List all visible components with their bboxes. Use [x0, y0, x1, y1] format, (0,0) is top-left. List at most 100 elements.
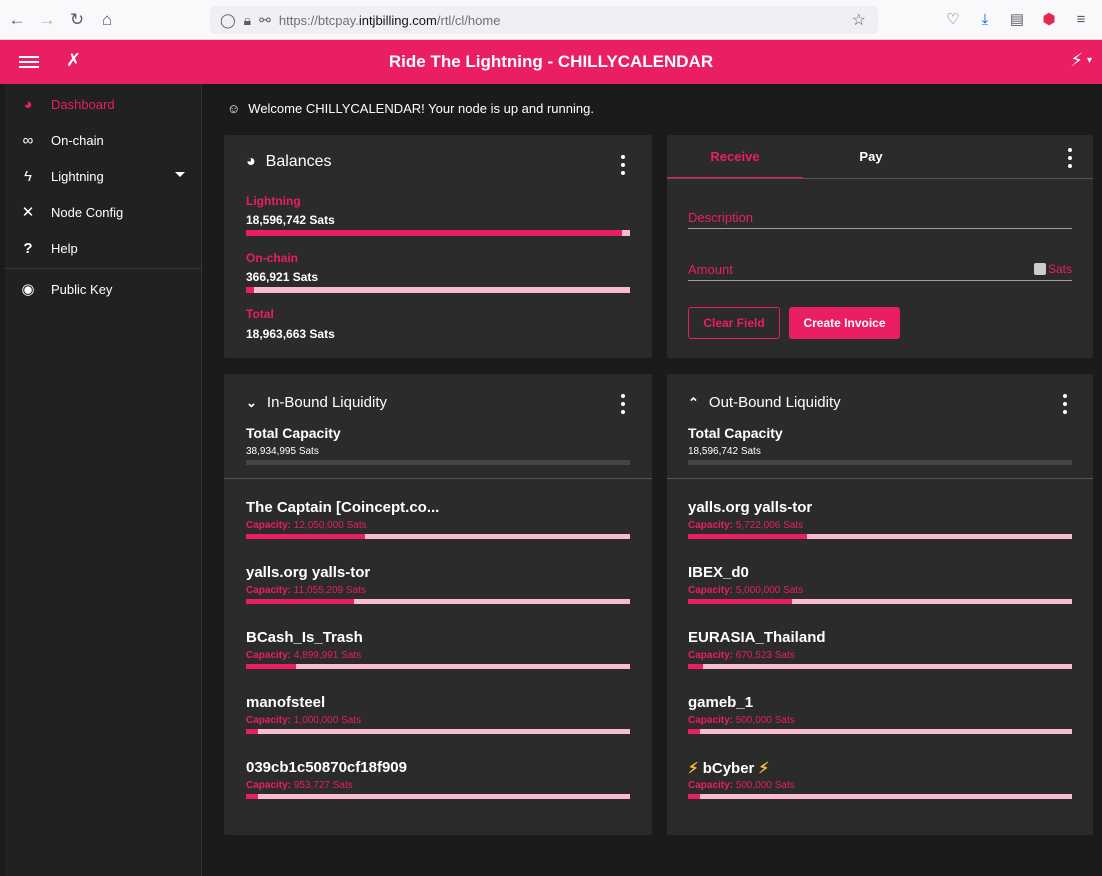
- reader-icon[interactable]: ▤: [1006, 8, 1028, 30]
- balances-menu-icon[interactable]: [621, 155, 627, 175]
- peer-item[interactable]: The Captain [Coincept.co... Capacity: 12,…: [246, 499, 630, 555]
- amount-unit: Sats: [1033, 262, 1072, 276]
- peer-capacity-fill: [246, 664, 296, 669]
- node-menu-button[interactable]: ⚡︎ ▾: [1070, 50, 1092, 71]
- tab-receive[interactable]: Receive: [667, 135, 803, 179]
- sidebar-item-label: Public Key: [51, 281, 113, 297]
- sidebar-item-label: Help: [51, 240, 78, 256]
- peer-item[interactable]: manofsteel Capacity: 1,000,000 Sats: [246, 694, 630, 750]
- sidebar-item-label: Node Config: [51, 204, 124, 220]
- peer-capacity-label: Capacity:: [688, 650, 736, 661]
- sidebar-item-lightning[interactable]: ϟ Lightning: [5, 158, 201, 194]
- welcome-message: ☺ Welcome CHILLYCALENDAR! Your node is u…: [227, 101, 594, 116]
- expand-caret-icon[interactable]: [175, 172, 185, 177]
- amount-unit-label: Sats: [1047, 262, 1072, 276]
- description-input[interactable]: [688, 207, 1072, 227]
- address-bar[interactable]: ◯ 🔒︎ ⚯ https://btcpay. intjbilling.com/rt…: [210, 6, 878, 34]
- outbound-menu-icon[interactable]: [1063, 394, 1069, 414]
- extension-icon[interactable]: ⬢: [1038, 8, 1060, 30]
- peer-capacity-bar: [246, 794, 630, 799]
- spinner-icon[interactable]: [1033, 263, 1046, 275]
- inbound-title-text: In-Bound Liquidity: [266, 394, 387, 411]
- peer-capacity-value: 12,050,000 Sats: [293, 520, 367, 531]
- invoice-menu-icon[interactable]: [1068, 148, 1074, 168]
- peer-capacity-fill: [688, 729, 700, 734]
- peer-capacity-fill: [688, 794, 700, 799]
- sidebar-item-public-key[interactable]: ◉ Public Key: [5, 271, 201, 307]
- bolt-icon: ⚡︎: [754, 760, 770, 777]
- app-title: Ride The Lightning - CHILLYCALENDAR: [388, 52, 714, 71]
- clear-field-button[interactable]: Clear Field: [688, 307, 780, 339]
- balances-title-text: Balances: [265, 153, 332, 170]
- inbound-total-value: 38,934,995 Sats: [246, 446, 319, 457]
- peer-name: yalls.org yalls-tor: [688, 499, 813, 516]
- sidebar-item-label: On-chain: [51, 132, 104, 148]
- sidebar-item-help[interactable]: ? Help: [5, 230, 201, 266]
- peer-item[interactable]: BCash_Is_Trash Capacity: 4,899,991 Sats: [246, 629, 630, 685]
- tab-divider: [667, 178, 1093, 179]
- amount-field[interactable]: Sats: [688, 259, 1072, 281]
- peer-item[interactable]: ⚡︎ bCyber ⚡︎ Capacity: 500,000 Sats: [688, 759, 1072, 815]
- sidebar: ◕ Dashboard ∞ On-chain ϟ Lightning ✕ Nod…: [5, 84, 202, 876]
- peer-capacity: Capacity: 500,000 Sats: [688, 715, 795, 726]
- amount-input[interactable]: [688, 259, 1072, 279]
- peer-capacity-fill: [688, 599, 792, 604]
- peer-item[interactable]: yalls.org yalls-tor Capacity: 11,055,209 …: [246, 564, 630, 620]
- total-balance-value: 18,963,663 Sats: [246, 327, 335, 341]
- peer-name: EURASIA_Thailand: [688, 629, 826, 646]
- download-icon[interactable]: ⤓: [974, 8, 996, 30]
- pocket-icon[interactable]: ♡: [942, 8, 964, 30]
- sidebar-item-label: Lightning: [51, 168, 104, 184]
- pie-chart-icon: ◕: [246, 153, 256, 170]
- peer-item[interactable]: 039cb1c50870cf18f909 Capacity: 953,727 Sa…: [246, 759, 630, 815]
- peer-capacity-value: 5,722,006 Sats: [735, 520, 804, 531]
- description-field[interactable]: [688, 207, 1072, 229]
- browser-toolbar: ← → ↻ ⌂ ◯ 🔒︎ ⚯ https://btcpay. intjbillin…: [0, 0, 1102, 40]
- onchain-balance-bar: [246, 287, 630, 293]
- create-invoice-button[interactable]: Create Invoice: [789, 307, 900, 339]
- url-host: intjbilling.com: [358, 12, 437, 28]
- peer-capacity-bar: [688, 534, 1072, 539]
- peer-capacity-fill: [246, 729, 258, 734]
- peer-item[interactable]: gameb_1 Capacity: 500,000 Sats: [688, 694, 1072, 750]
- reload-icon[interactable]: ↻: [64, 7, 90, 33]
- peer-item[interactable]: EURASIA_Thailand Capacity: 670,523 Sats: [688, 629, 1072, 685]
- peer-name-text: bCyber: [702, 760, 755, 777]
- peer-capacity-label: Capacity:: [246, 585, 294, 596]
- sidebar-item-dashboard[interactable]: ◕ Dashboard: [5, 86, 201, 122]
- peer-capacity-bar: [246, 729, 630, 734]
- peer-capacity-fill: [246, 599, 354, 604]
- permissions-icon: ⚯: [259, 11, 271, 28]
- peer-capacity: Capacity: 1,000,000 Sats: [246, 715, 361, 726]
- peer-item[interactable]: yalls.org yalls-tor Capacity: 5,722,006 S…: [688, 499, 1072, 555]
- peer-capacity-bar: [688, 794, 1072, 799]
- inbound-divider: [224, 478, 652, 479]
- sidebar-item-onchain[interactable]: ∞ On-chain: [5, 122, 201, 158]
- inbound-title: ⌄ In-Bound Liquidity: [246, 394, 387, 411]
- tools-icon: ✕: [21, 204, 35, 221]
- bookmark-star-icon[interactable]: ☆: [852, 10, 866, 30]
- forward-icon[interactable]: →: [34, 7, 60, 33]
- tab-pay[interactable]: Pay: [803, 135, 939, 179]
- menu-toggle-icon[interactable]: [18, 51, 40, 73]
- peer-capacity: Capacity: 5,000,000 Sats: [688, 585, 803, 596]
- sidebar-item-label: Dashboard: [51, 96, 115, 112]
- outbound-total-bar: [688, 460, 1072, 465]
- unpin-icon[interactable]: ✗: [66, 50, 81, 71]
- outbound-divider: [667, 478, 1093, 479]
- app-toolbar: Ride The Lightning - CHILLYCALENDAR ✗ ⚡︎…: [0, 40, 1102, 84]
- peer-capacity-value: 1,000,000 Sats: [293, 715, 362, 726]
- peer-capacity: Capacity: 4,899,991 Sats: [246, 650, 361, 661]
- peer-capacity-value: 953,727 Sats: [293, 780, 353, 791]
- peer-capacity-label: Capacity:: [688, 585, 736, 596]
- home-icon[interactable]: ⌂: [94, 7, 120, 33]
- peer-capacity-label: Capacity:: [688, 780, 736, 791]
- inbound-menu-icon[interactable]: [621, 394, 627, 414]
- sidebar-item-node-config[interactable]: ✕ Node Config: [5, 194, 201, 230]
- peer-capacity-value: 500,000 Sats: [735, 780, 795, 791]
- peer-item[interactable]: IBEX_d0 Capacity: 5,000,000 Sats: [688, 564, 1072, 620]
- peer-capacity: Capacity: 953,727 Sats: [246, 780, 353, 791]
- hamburger-menu-icon[interactable]: ≡: [1070, 8, 1092, 30]
- back-icon[interactable]: ←: [4, 7, 30, 33]
- welcome-text: Welcome CHILLYCALENDAR! Your node is up …: [248, 101, 594, 116]
